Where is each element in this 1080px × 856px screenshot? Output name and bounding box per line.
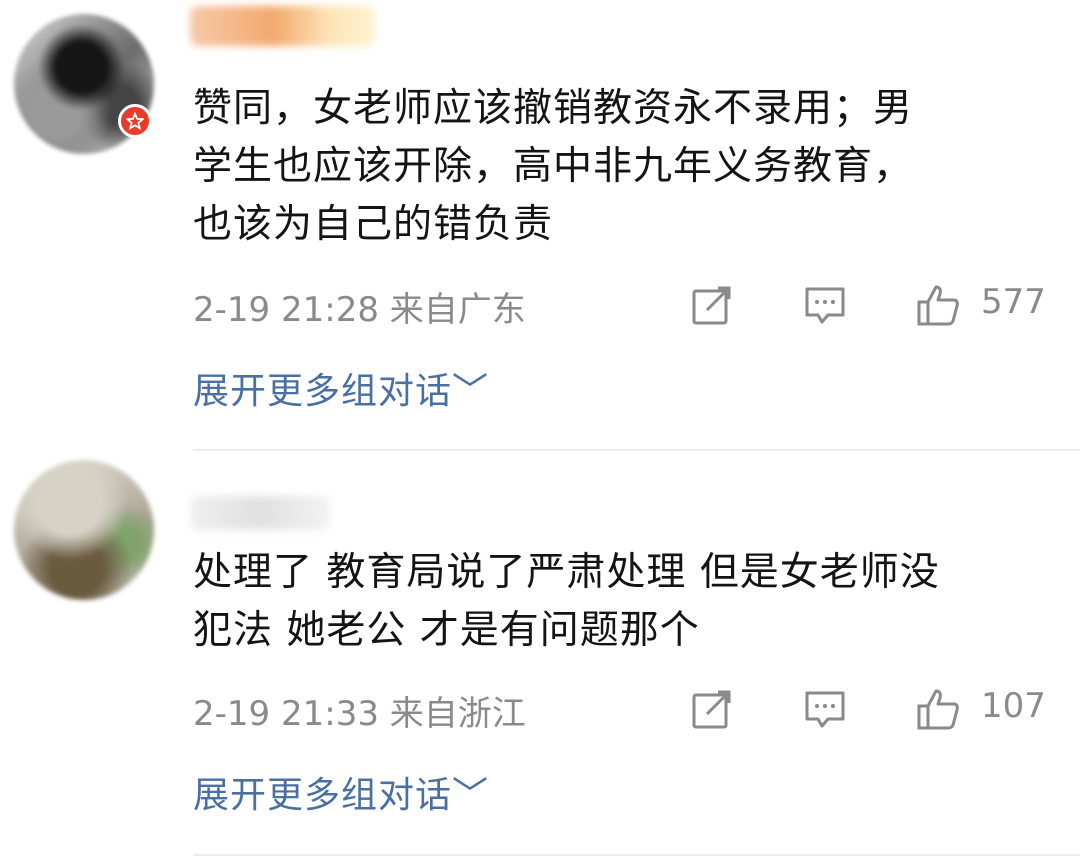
avatar[interactable]: [14, 460, 154, 600]
comment-text: 处理了 教育局说了严肃处理 但是女老师没 犯法 她老公 才是有问题那个: [193, 544, 1033, 660]
chevron-down-icon: ﹀: [452, 371, 490, 412]
comment-time: 2-19 21:28 来自广东: [193, 290, 526, 330]
share-icon[interactable]: [689, 686, 735, 732]
comment-line: 赞同，女老师应该撤销教资永不录用；男: [193, 86, 914, 131]
username[interactable]: [190, 496, 330, 530]
comment-line: 学生也应该开除，高中非九年义务教育，: [193, 144, 914, 189]
like-count: 107: [981, 686, 1046, 726]
comment-time: 2-19 21:33 来自浙江: [193, 694, 526, 734]
comment-icon[interactable]: [802, 686, 848, 732]
comment-item: 处理了 教育局说了严肃处理 但是女老师没 犯法 她老公 才是有问题那个 2-19…: [0, 450, 1080, 856]
expand-conversation-link[interactable]: 展开更多组对话﹀: [193, 362, 489, 414]
comment-line: 也该为自己的错负责: [193, 202, 554, 247]
comment-meta: 2-19 21:28 来自广东 577: [193, 282, 1053, 332]
comment-icon[interactable]: [802, 282, 848, 328]
comment-line: 犯法 她老公 才是有问题那个: [193, 608, 700, 653]
like-count: 577: [981, 282, 1046, 322]
like-icon[interactable]: [915, 686, 961, 732]
comment-text: 赞同，女老师应该撤销教资永不录用；男 学生也应该开除，高中非九年义务教育， 也该…: [193, 80, 1033, 254]
expand-conversation-link[interactable]: 展开更多组对话﹀: [193, 766, 489, 818]
verified-badge-icon: [118, 104, 152, 138]
comment-line: 处理了 教育局说了严肃处理 但是女老师没: [193, 550, 940, 595]
chevron-down-icon: ﹀: [452, 775, 490, 816]
comment-meta: 2-19 21:33 来自浙江 107: [193, 686, 1053, 736]
like-icon[interactable]: [915, 282, 961, 328]
username[interactable]: [190, 6, 375, 46]
comment-item: 赞同，女老师应该撤销教资永不录用；男 学生也应该开除，高中非九年义务教育， 也该…: [0, 0, 1080, 450]
share-icon[interactable]: [689, 282, 735, 328]
